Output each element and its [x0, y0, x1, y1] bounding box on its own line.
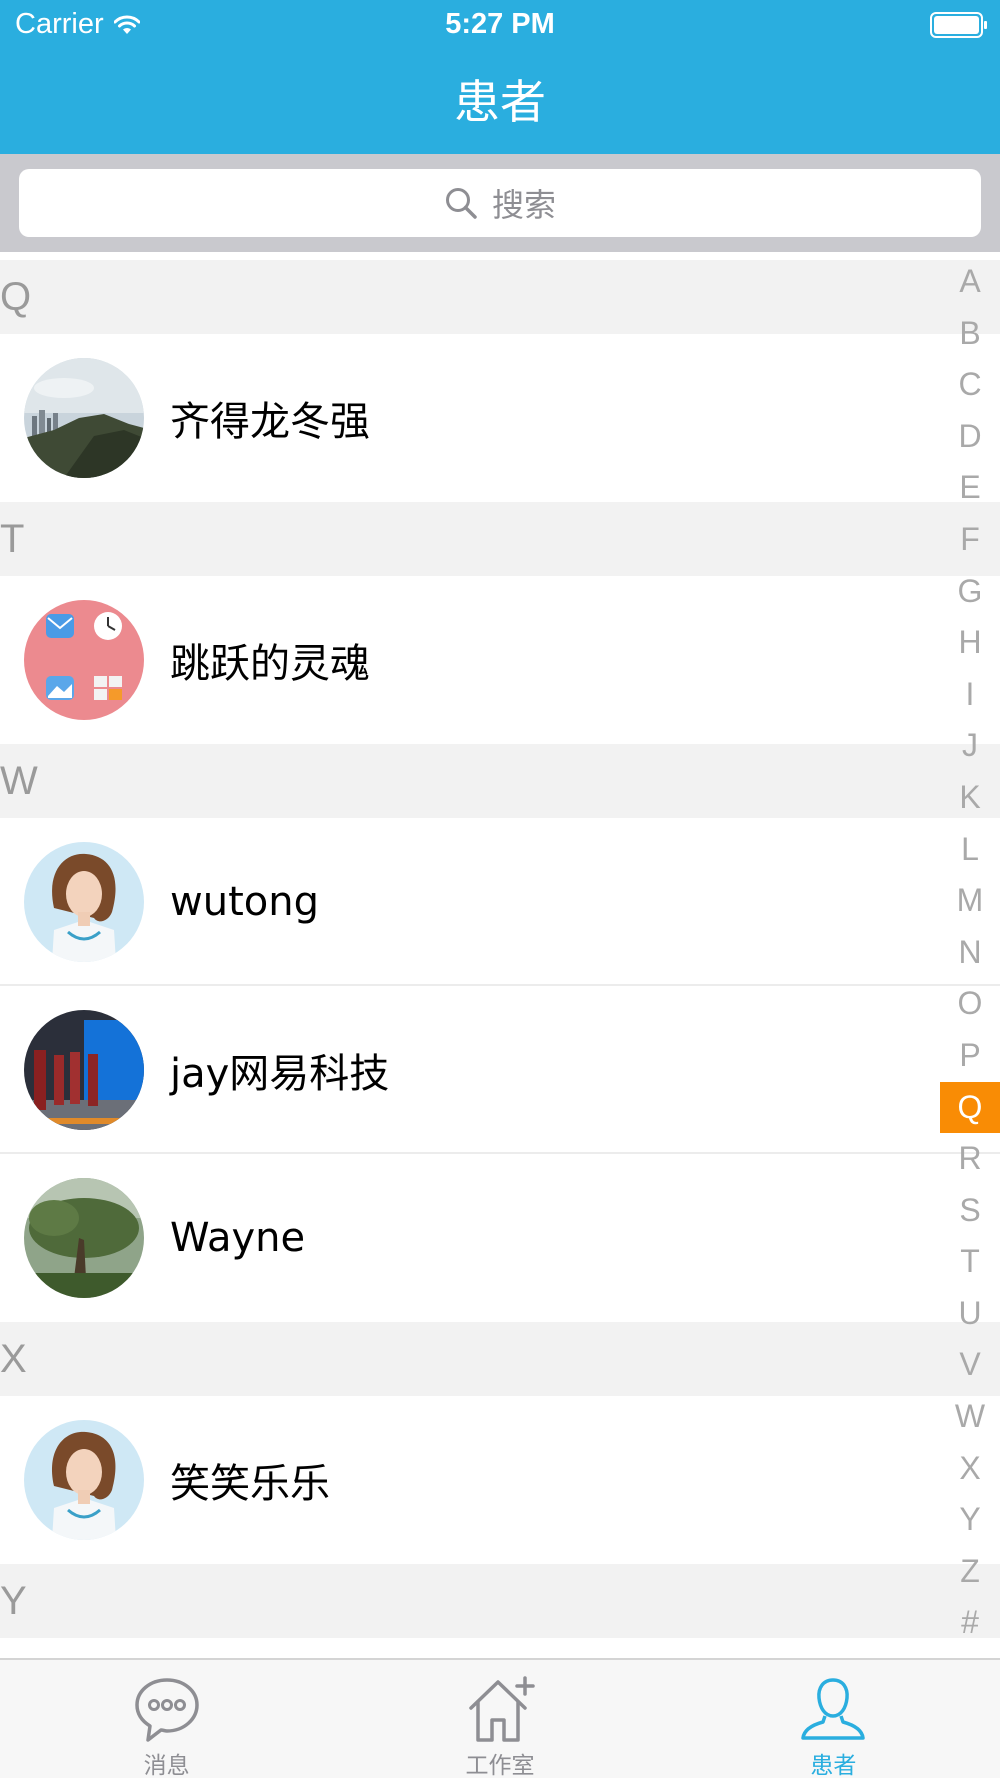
section-header-q: Q: [0, 260, 1000, 334]
index-letter[interactable]: I: [940, 669, 1000, 721]
house-plus-icon: [465, 1674, 535, 1744]
index-letter[interactable]: Z: [940, 1546, 1000, 1598]
index-letter[interactable]: L: [940, 824, 1000, 876]
doctor-avatar: [24, 1420, 144, 1540]
tab-patients[interactable]: 患者: [667, 1660, 1000, 1778]
section-header-w: W: [0, 744, 1000, 818]
index-letter[interactable]: J: [940, 720, 1000, 772]
patient-name: Wayne: [170, 1215, 306, 1261]
list-item[interactable]: wutong: [0, 818, 1000, 986]
landscape-avatar: [24, 358, 144, 478]
alphabet-index[interactable]: A B C D E F G H I J K L M N O P Q R S T U V W X Y Z #: [940, 256, 1000, 1649]
index-letter[interactable]: S: [940, 1185, 1000, 1237]
search-bar: 搜索: [0, 154, 1000, 252]
section-header-t: T: [0, 502, 1000, 576]
app-icons-avatar: [24, 600, 144, 720]
index-letter[interactable]: A: [940, 256, 1000, 308]
search-icon: [444, 186, 478, 220]
tab-messages[interactable]: 消息: [0, 1660, 333, 1778]
search-input[interactable]: 搜索: [19, 169, 981, 237]
index-letter[interactable]: G: [940, 566, 1000, 618]
tab-bar: 消息 工作室 患者: [0, 1658, 1000, 1778]
tab-label: 患者: [810, 1753, 857, 1778]
index-letter[interactable]: Q: [940, 1081, 1000, 1134]
index-letter[interactable]: V: [940, 1339, 1000, 1391]
patient-name: 笑笑乐乐: [170, 1461, 330, 1507]
tab-studio[interactable]: 工作室: [333, 1660, 666, 1778]
list-item[interactable]: 齐得龙冬强: [0, 334, 1000, 502]
person-icon: [798, 1674, 868, 1744]
index-letter[interactable]: C: [940, 359, 1000, 411]
status-bar: Carrier 5:27 PM: [0, 0, 1000, 50]
index-letter[interactable]: M: [940, 875, 1000, 927]
index-letter[interactable]: N: [940, 927, 1000, 979]
list-item[interactable]: 跳跃的灵魂: [0, 576, 1000, 744]
navigation-header: Carrier 5:27 PM 患者: [0, 0, 1000, 154]
patient-list[interactable]: Q 齐得龙冬强 T 跳跃的灵魂 W wutong jay网易科技 Wayne X…: [0, 260, 1000, 1638]
index-letter[interactable]: H: [940, 617, 1000, 669]
battery-icon: [930, 12, 988, 38]
page-title: 患者: [454, 75, 546, 129]
list-item[interactable]: Wayne: [0, 1154, 1000, 1322]
index-letter[interactable]: D: [940, 411, 1000, 463]
index-letter[interactable]: R: [940, 1133, 1000, 1185]
index-letter[interactable]: O: [940, 978, 1000, 1030]
tree-photo-avatar: [24, 1178, 144, 1298]
index-letter[interactable]: W: [940, 1391, 1000, 1443]
patient-name: 齐得龙冬强: [170, 399, 370, 445]
index-letter[interactable]: F: [940, 514, 1000, 566]
index-letter[interactable]: X: [940, 1443, 1000, 1495]
index-letter[interactable]: B: [940, 308, 1000, 360]
index-letter[interactable]: Y: [940, 1494, 1000, 1546]
event-photo-avatar: [24, 1010, 144, 1130]
tab-label: 消息: [143, 1753, 190, 1778]
index-letter[interactable]: P: [940, 1030, 1000, 1082]
search-placeholder: 搜索: [491, 186, 556, 224]
index-letter[interactable]: #: [940, 1597, 1000, 1649]
index-letter[interactable]: K: [940, 772, 1000, 824]
patient-name: jay网易科技: [170, 1051, 390, 1097]
patient-name: 跳跃的灵魂: [170, 641, 370, 687]
status-time: 5:27 PM: [445, 8, 555, 40]
patient-name: wutong: [170, 879, 319, 925]
chat-bubble-icon: [132, 1674, 202, 1744]
list-item[interactable]: jay网易科技: [0, 986, 1000, 1154]
list-item[interactable]: 笑笑乐乐: [0, 1396, 1000, 1564]
doctor-avatar: [24, 842, 144, 962]
index-letter[interactable]: U: [940, 1288, 1000, 1340]
section-header-y: Y: [0, 1564, 1000, 1638]
tab-label: 工作室: [465, 1753, 535, 1778]
index-letter[interactable]: T: [940, 1236, 1000, 1288]
section-header-x: X: [0, 1322, 1000, 1396]
index-letter[interactable]: E: [940, 462, 1000, 514]
